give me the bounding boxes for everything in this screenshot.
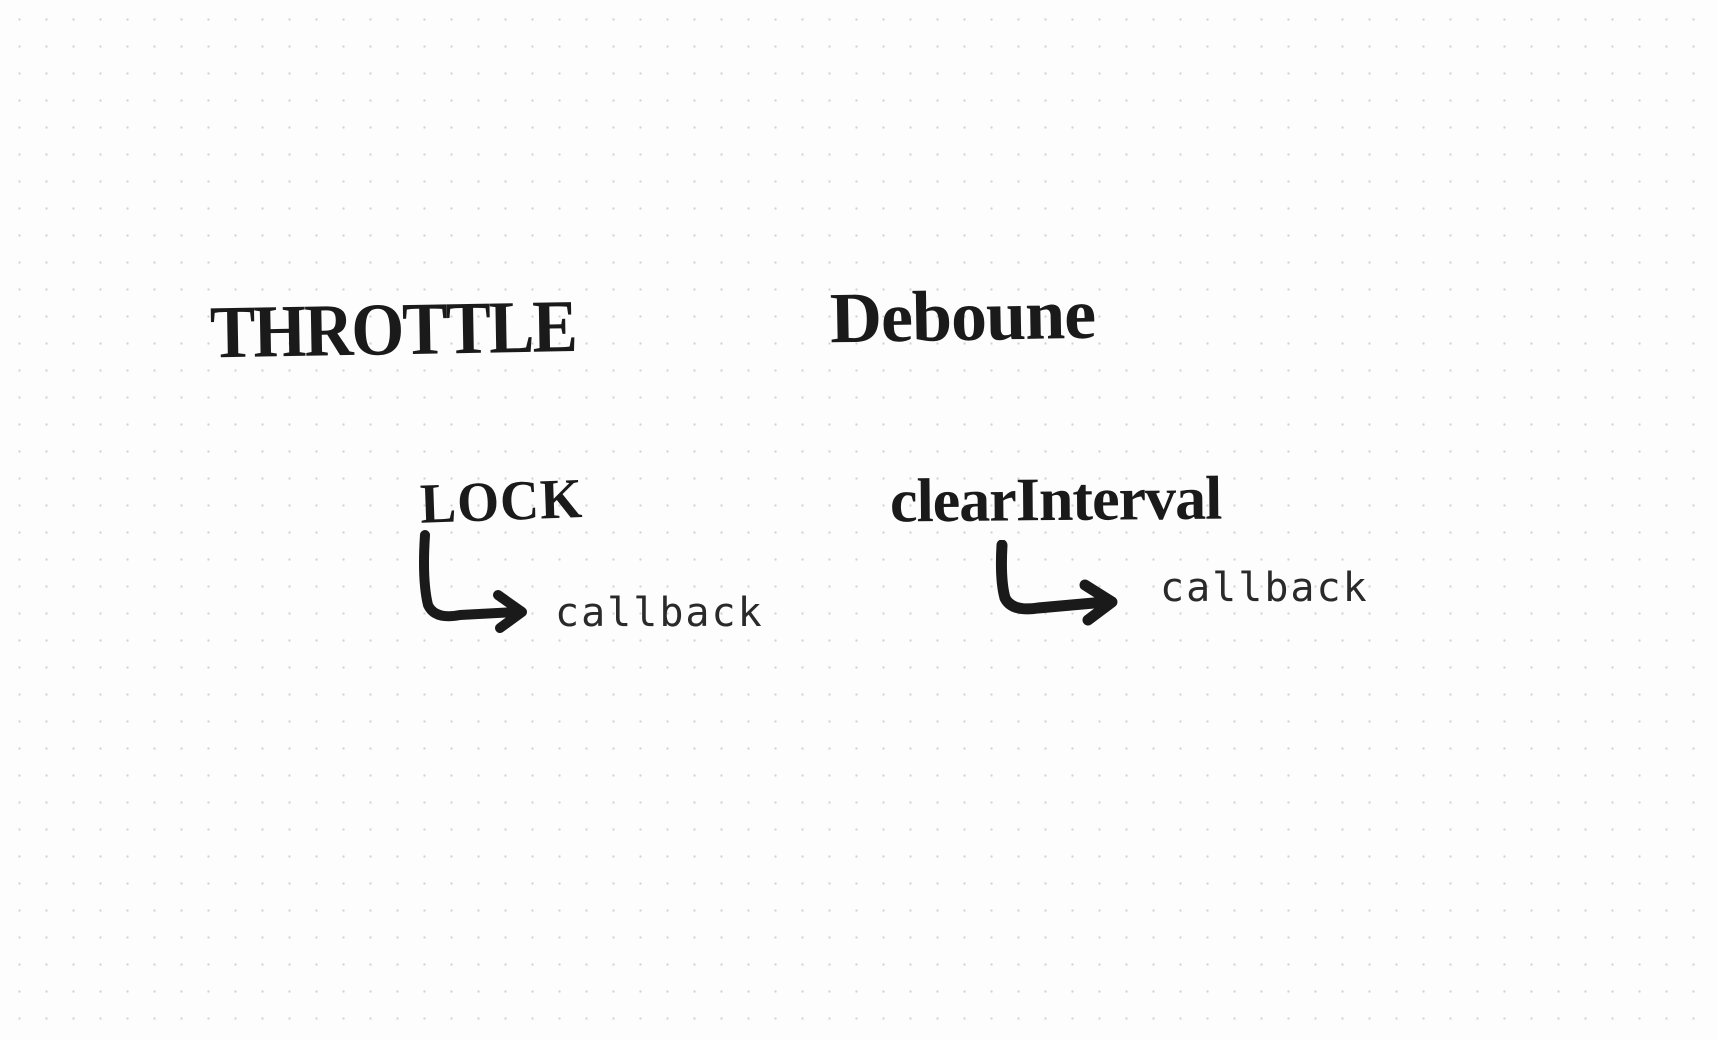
throttle-callback-label: callback xyxy=(555,590,764,636)
diagram-canvas[interactable]: THROTTLE Deboune LOCK clearInterval call… xyxy=(0,0,1718,1040)
arrow-left-icon xyxy=(410,530,550,660)
debounce-concept: clearInterval xyxy=(890,464,1222,538)
throttle-title: THROTTLE xyxy=(209,283,576,376)
arrow-right-icon xyxy=(990,540,1140,640)
debounce-title: Deboune xyxy=(829,273,1095,361)
debounce-callback-label: callback xyxy=(1160,565,1369,611)
throttle-concept: LOCK xyxy=(419,466,584,537)
